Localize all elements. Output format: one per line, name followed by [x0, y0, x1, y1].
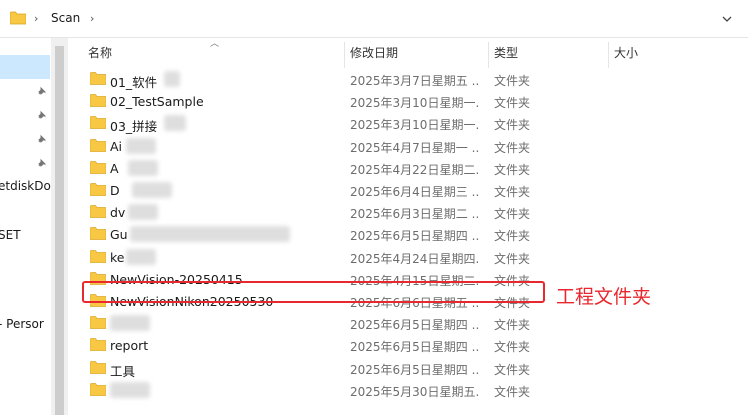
- file-date: 2025年6月5日星期四 ...: [350, 340, 480, 355]
- file-date: 2025年3月10日星期一...: [350, 96, 480, 111]
- table-row[interactable]: 2025年6月5日星期四 ... 文件夹: [68, 312, 748, 334]
- redaction-blur: [128, 159, 158, 176]
- file-date: 2025年4月24日星期四...: [350, 251, 480, 266]
- table-row[interactable]: Gu 2025年6月5日星期四 ... 文件夹: [68, 223, 748, 245]
- nav-item-label[interactable]: - Persor: [0, 317, 44, 331]
- nav-item-label[interactable]: etdiskDo: [0, 179, 51, 193]
- folder-icon: [90, 116, 106, 130]
- folder-icon: [90, 227, 106, 241]
- folder-icon: [90, 138, 106, 152]
- folder-icon: [90, 338, 106, 352]
- highlight-box: [82, 281, 545, 303]
- annotation-label: 工程文件夹: [556, 286, 652, 308]
- file-date: 2025年6月5日星期四 ...: [350, 362, 480, 377]
- file-type: 文件夹: [494, 229, 531, 244]
- folder-icon: [90, 183, 106, 196]
- nav-scrollbar[interactable]: [51, 38, 68, 415]
- folder-icon: [90, 316, 106, 330]
- folder-icon: [90, 94, 106, 108]
- file-type: 文件夹: [494, 140, 531, 155]
- file-type: 文件夹: [494, 118, 531, 133]
- file-type: 文件夹: [494, 251, 531, 266]
- file-type: 文件夹: [494, 318, 531, 333]
- file-date: 2025年6月5日星期四 ...: [350, 318, 480, 333]
- column-header: ︿ 名称 修改日期 类型 大小: [68, 38, 748, 68]
- file-name: Ai: [110, 138, 123, 154]
- file-name: Gu: [110, 227, 128, 243]
- file-name: 工具: [110, 363, 136, 379]
- column-type[interactable]: 类型: [488, 38, 608, 68]
- file-date: 2025年5月30日星期五...: [350, 384, 480, 399]
- nav-selected-item[interactable]: [0, 55, 50, 79]
- pin-icon[interactable]: [36, 85, 48, 97]
- file-name: 01_软件: [110, 75, 158, 90]
- file-type: 文件夹: [494, 185, 531, 199]
- file-type: 文件夹: [494, 207, 531, 222]
- file-type: 文件夹: [494, 96, 531, 111]
- redaction-blur: [164, 71, 180, 87]
- table-row[interactable]: 2025年5月30日星期五... 文件夹: [68, 379, 748, 401]
- file-name: 03_拼接: [110, 119, 158, 135]
- scrollbar-thumb[interactable]: [55, 46, 64, 415]
- file-type: 文件夹: [494, 162, 531, 177]
- file-date: 2025年6月3日星期二 ...: [350, 207, 480, 222]
- file-name: 02_TestSample: [110, 94, 204, 110]
- file-name: ke: [110, 249, 125, 265]
- file-date: 2025年3月10日星期一...: [350, 118, 480, 133]
- table-row[interactable]: A 2025年4月22日星期二... 文件夹: [68, 157, 748, 179]
- file-type: 文件夹: [494, 74, 531, 88]
- pin-icon[interactable]: [36, 133, 48, 145]
- pin-icon[interactable]: [36, 109, 48, 121]
- redaction-blur: [110, 381, 150, 398]
- file-name: report: [110, 338, 149, 354]
- redaction-blur: [164, 115, 186, 132]
- file-type: 文件夹: [494, 362, 531, 377]
- redaction-blur: [126, 137, 156, 154]
- column-name[interactable]: 名称: [82, 38, 342, 68]
- breadcrumb-separator[interactable]: ›: [34, 12, 38, 25]
- nav-item-label[interactable]: SET: [0, 228, 21, 242]
- folder-icon: [90, 160, 106, 174]
- file-date: 2025年4月7日星期一 ...: [350, 140, 480, 155]
- chevron-down-icon[interactable]: [718, 10, 736, 28]
- column-size[interactable]: 大小: [608, 38, 708, 68]
- file-type: 文件夹: [494, 340, 531, 355]
- table-row[interactable]: D 2025年6月4日星期三 ... 文件夹: [68, 179, 748, 201]
- redaction-blur: [130, 226, 290, 243]
- folder-icon: [90, 249, 106, 263]
- breadcrumb-scan[interactable]: Scan: [51, 11, 80, 25]
- table-row[interactable]: dv 2025年6月3日星期二 ... 文件夹: [68, 201, 748, 223]
- folder-icon: [90, 360, 106, 374]
- table-row[interactable]: 02_TestSample 2025年3月10日星期一... 文件夹: [68, 90, 748, 112]
- table-row[interactable]: 01_软件 2025年3月7日星期五 ... 文件夹: [68, 68, 748, 90]
- file-name: D: [110, 183, 120, 198]
- file-date: 2025年4月22日星期二...: [350, 162, 480, 177]
- column-date[interactable]: 修改日期: [344, 38, 488, 68]
- redaction-blur: [126, 248, 156, 265]
- file-date: 2025年6月5日星期四 ...: [350, 229, 480, 244]
- table-row[interactable]: 工具 2025年6月5日星期四 ... 文件夹: [68, 357, 748, 379]
- table-row[interactable]: ke 2025年4月24日星期四... 文件夹: [68, 246, 748, 268]
- folder-icon: [90, 382, 106, 396]
- file-name: dv: [110, 205, 126, 221]
- table-row[interactable]: Ai 2025年4月7日星期一 ... 文件夹: [68, 135, 748, 157]
- folder-icon: [90, 72, 106, 85]
- breadcrumb-separator[interactable]: ›: [90, 12, 94, 25]
- file-date: 2025年6月4日星期三 ...: [350, 185, 480, 199]
- folder-icon: [10, 11, 26, 25]
- redaction-blur: [132, 182, 172, 198]
- file-date: 2025年3月7日星期五 ...: [350, 74, 480, 88]
- redaction-blur: [110, 315, 150, 332]
- file-name: A: [110, 160, 119, 176]
- pin-icon[interactable]: [36, 157, 48, 169]
- file-type: 文件夹: [494, 384, 531, 399]
- table-row[interactable]: 03_拼接 2025年3月10日星期一... 文件夹: [68, 112, 748, 134]
- table-row[interactable]: report 2025年6月5日星期四 ... 文件夹: [68, 334, 748, 356]
- folder-icon: [90, 205, 106, 219]
- redaction-blur: [128, 204, 158, 221]
- address-bar: › Scan ›: [0, 0, 748, 38]
